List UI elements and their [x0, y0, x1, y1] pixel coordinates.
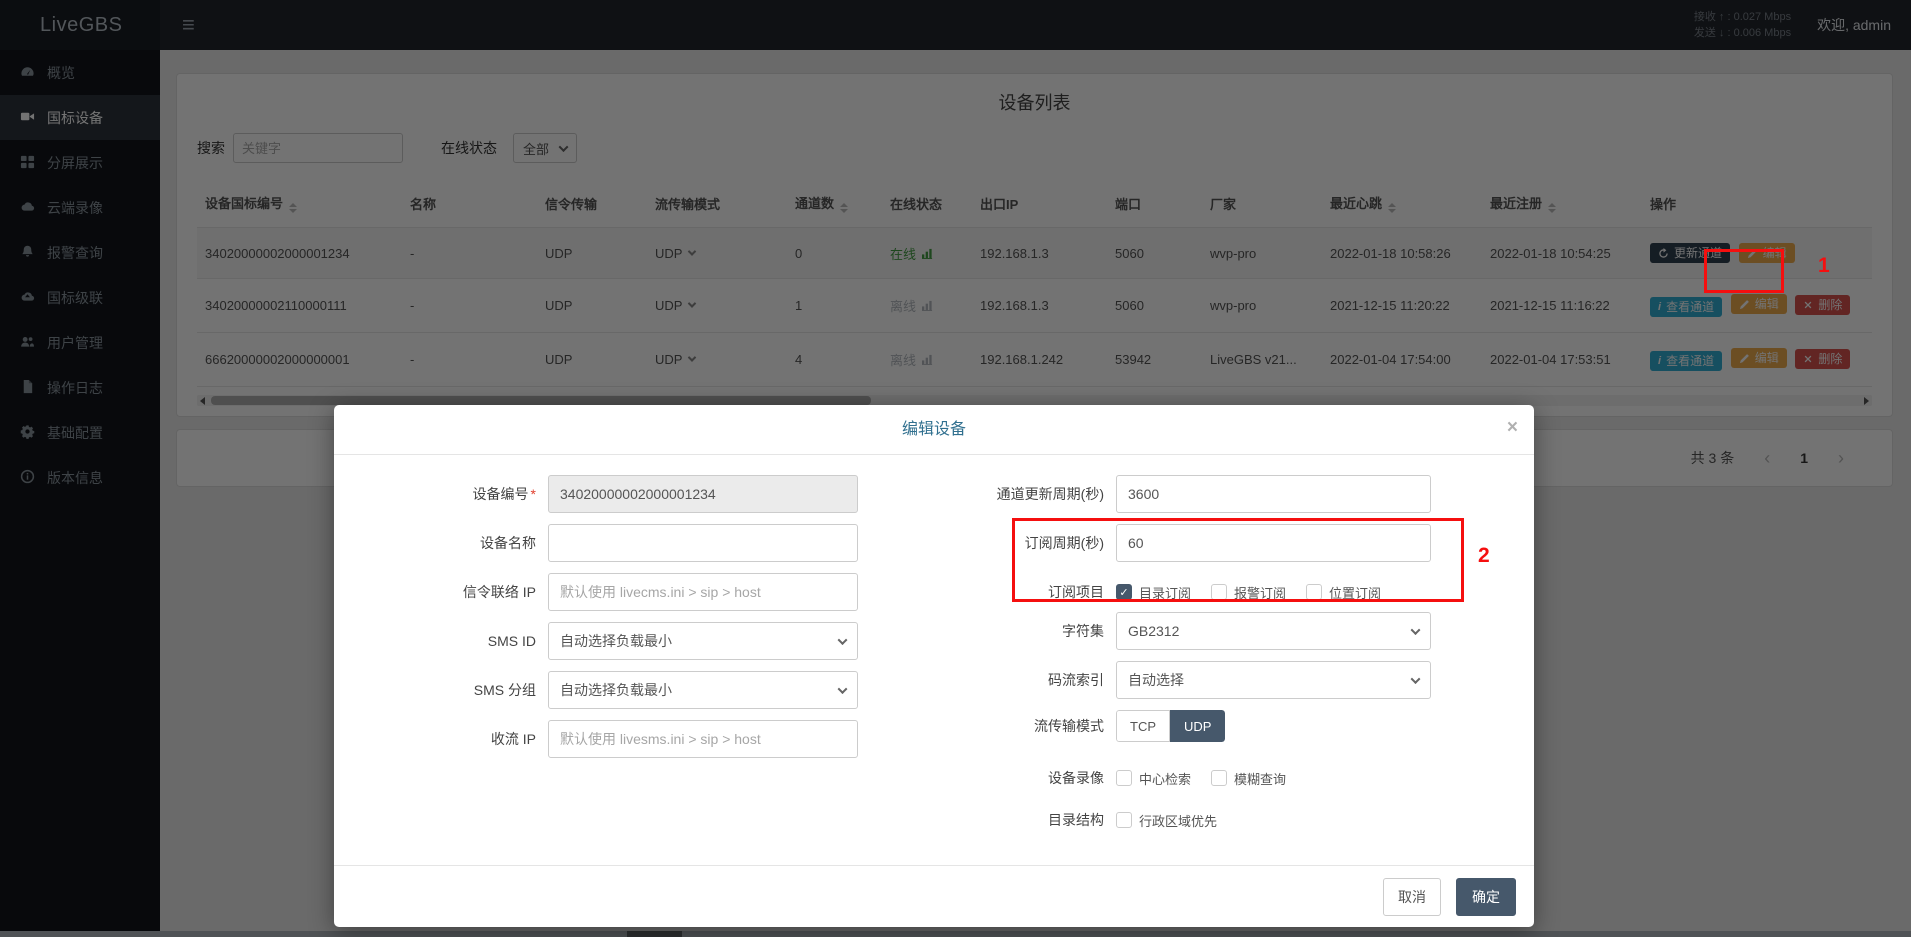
modal-body: 设备编号* 设备名称 信令联络 IP SMS ID 自动选择负载最小 SMS 分… — [334, 455, 1534, 865]
recv-stream-ip-field[interactable] — [548, 720, 858, 758]
channel-refresh-period-field[interactable] — [1116, 475, 1431, 513]
catalog-subscribe-label: 目录订阅 — [1139, 583, 1191, 602]
required-asterisk: * — [531, 486, 536, 502]
subscribe-period-label: 订阅周期(秒) — [916, 533, 1116, 553]
stream-mode-toggle: TCP UDP — [1116, 710, 1225, 742]
sms-group-label: SMS 分组 — [368, 680, 548, 700]
fuzzy-search-checkbox[interactable] — [1211, 770, 1227, 786]
udp-toggle[interactable]: UDP — [1170, 710, 1225, 742]
subscribe-period-field[interactable] — [1116, 524, 1431, 562]
chevron-down-icon — [1411, 625, 1421, 635]
annotation-number-2: 2 — [1478, 544, 1490, 568]
modal-footer: 取消 确定 — [334, 865, 1534, 927]
sms-id-select[interactable]: 自动选择负载最小 — [548, 622, 858, 660]
fuzzy-search-label: 模糊查询 — [1234, 769, 1286, 788]
stream-index-label: 码流索引 — [916, 670, 1116, 690]
chevron-down-icon — [838, 635, 848, 645]
catalog-subscribe-checkbox[interactable]: ✓ — [1116, 584, 1132, 600]
annotation-number-1: 1 — [1818, 254, 1830, 278]
alarm-subscribe-label: 报警订阅 — [1234, 583, 1286, 602]
page-scrollbar[interactable] — [0, 931, 1911, 937]
device-name-field[interactable] — [548, 524, 858, 562]
stream-index-select[interactable]: 自动选择 — [1116, 661, 1431, 699]
scrollbar-thumb[interactable] — [627, 931, 682, 937]
modal-title: 编辑设备 — [334, 405, 1534, 455]
charset-select[interactable]: GB2312 — [1116, 612, 1431, 650]
dir-structure-label: 目录结构 — [916, 810, 1116, 830]
device-record-label: 设备录像 — [916, 768, 1116, 788]
device-name-label: 设备名称 — [368, 533, 548, 553]
channel-refresh-period-label: 通道更新周期(秒) — [916, 484, 1116, 504]
device-id-label: 设备编号* — [368, 484, 548, 504]
stream-mode-label: 流传输模式 — [916, 716, 1116, 736]
tcp-toggle[interactable]: TCP — [1116, 710, 1170, 742]
center-search-checkbox[interactable] — [1116, 770, 1132, 786]
sip-contact-ip-label: 信令联络 IP — [368, 582, 548, 602]
chevron-down-icon — [838, 684, 848, 694]
admin-region-label: 行政区域优先 — [1139, 811, 1217, 830]
cancel-button[interactable]: 取消 — [1383, 878, 1441, 916]
edit-device-modal: 编辑设备 × 设备编号* 设备名称 信令联络 IP SMS ID 自动选择负载最… — [334, 405, 1534, 927]
admin-region-checkbox[interactable] — [1116, 812, 1132, 828]
sip-contact-ip-field[interactable] — [548, 573, 858, 611]
subscribe-items-label: 订阅项目 — [916, 582, 1116, 602]
recv-stream-ip-label: 收流 IP — [368, 729, 548, 749]
chevron-down-icon — [1411, 674, 1421, 684]
device-id-field — [548, 475, 858, 513]
sms-id-label: SMS ID — [368, 633, 548, 649]
ok-button[interactable]: 确定 — [1456, 878, 1516, 916]
modal-header: 编辑设备 × — [334, 405, 1534, 455]
position-subscribe-label: 位置订阅 — [1329, 583, 1381, 602]
charset-label: 字符集 — [916, 621, 1116, 641]
close-icon[interactable]: × — [1507, 418, 1518, 437]
center-search-label: 中心检索 — [1139, 769, 1191, 788]
position-subscribe-checkbox[interactable] — [1306, 584, 1322, 600]
alarm-subscribe-checkbox[interactable] — [1211, 584, 1227, 600]
sms-group-select[interactable]: 自动选择负载最小 — [548, 671, 858, 709]
